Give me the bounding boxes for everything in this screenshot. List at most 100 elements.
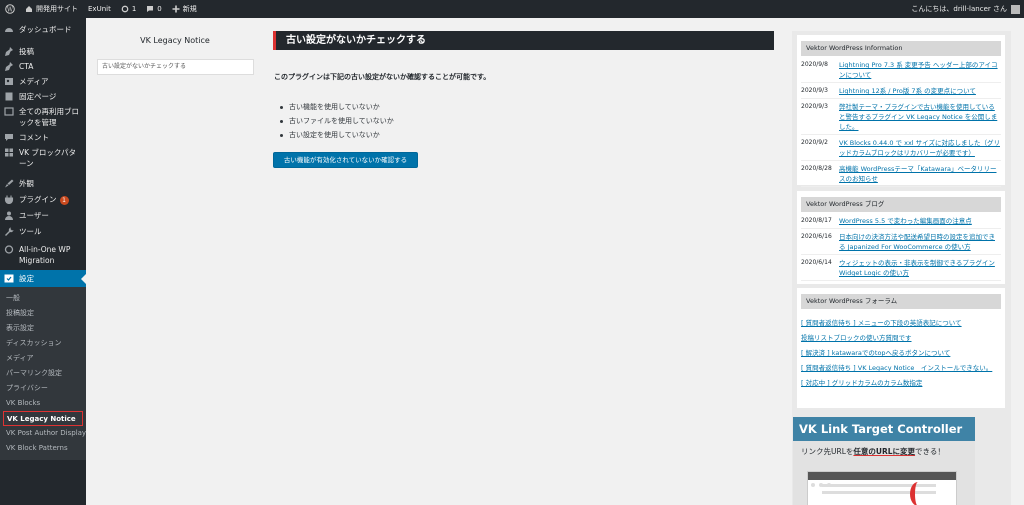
news-link[interactable]: Lightning 12系 / Pro版 7系 の変更点について — [839, 86, 1001, 96]
intro-text: このプラグインは下記の古い設定がないか確認することが可能です。 — [274, 73, 491, 81]
submenu-privacy[interactable]: プライバシー — [0, 381, 86, 396]
menu-label: ユーザー — [19, 211, 49, 220]
list-item: 古い機能を使用していないか — [280, 100, 394, 114]
plus-icon — [172, 5, 180, 13]
news-date: 2020/9/2 — [801, 139, 828, 146]
menu-label: 全ての再利用ブロックを管理 — [19, 107, 79, 127]
grid-icon — [5, 148, 13, 157]
news-list: 2020/9/8 Lightning Pro 7.3 系 変更予告 ヘッダー上部の… — [797, 56, 1005, 187]
admin-menu: ダッシュボード 投稿 CTA メディア 固定ページ 全ての再利用ブロックを管理 … — [0, 18, 86, 505]
menu-comments[interactable]: コメント — [0, 132, 86, 147]
submenu-vk-blocks[interactable]: VK Blocks — [0, 396, 86, 411]
widget-title: Vektor WordPress ブログ — [801, 197, 1001, 212]
submenu-vk-legacy-notice[interactable]: VK Legacy Notice — [3, 411, 83, 426]
brush-icon — [5, 179, 14, 188]
exunit-link[interactable]: ExUnit — [83, 0, 116, 18]
forum-link[interactable]: [ 質問者返信待ち ] VK Legacy Notice インストールできない。 — [801, 363, 1001, 373]
menu-label: All-in-One WP Migration — [19, 245, 71, 265]
pin-icon — [5, 47, 13, 56]
menu-pages[interactable]: 固定ページ — [0, 91, 86, 106]
news-link[interactable]: Lightning Pro 7.3 系 変更予告 ヘッダー上部のアイコンについて — [839, 60, 1001, 80]
menu-vk-block-patterns[interactable]: VK ブロックパターン — [0, 147, 86, 173]
news-link[interactable]: 日本向けの決済方法や配送希望日時の設定を追加できる Japanized For … — [839, 232, 1001, 252]
news-date: 2020/9/3 — [801, 87, 828, 94]
submenu-vk-post-author-display[interactable]: VK Post Author Display — [0, 426, 86, 441]
submenu-media[interactable]: メディア — [0, 351, 86, 366]
submenu-vk-block-patterns[interactable]: VK Block Patterns — [0, 441, 86, 456]
list-item: 古い設定を使用していないか — [280, 128, 394, 142]
news-date: 2020/9/8 — [801, 61, 828, 68]
menu-label: プラグイン 1 — [19, 194, 82, 205]
menu-posts[interactable]: 投稿 — [0, 46, 86, 61]
menu-label: 外観 — [19, 179, 34, 188]
news-link[interactable]: ウィジェットの表示・非表示を制御できるプラグイン Widget Logic の使… — [839, 258, 1001, 278]
news-date: 2020/9/3 — [801, 103, 828, 110]
menu-label: 投稿 — [19, 47, 34, 56]
bullet-icon — [280, 119, 283, 123]
menu-label: VK ブロックパターン — [19, 148, 77, 168]
new-label: 新規 — [182, 5, 197, 13]
wordpress-logo-icon[interactable]: W — [0, 0, 20, 18]
pin-icon — [5, 62, 13, 71]
forum-link[interactable]: [ 質問者返信待ち ] メニューの下段の英語表記について — [801, 318, 1001, 328]
comment-icon — [5, 134, 13, 141]
widget-title: Vektor WordPress フォーラム — [801, 294, 1001, 309]
avatar — [1011, 4, 1020, 14]
check-item-text: 古い機能を使用していないか — [289, 103, 380, 111]
submenu-general[interactable]: 一般 — [0, 291, 86, 306]
info-widget: Vektor WordPress Information 2020/9/8 Lig… — [797, 35, 1005, 187]
news-date: 2020/8/28 — [801, 165, 832, 172]
wrench-icon — [5, 227, 14, 236]
banner-title: VK Link Target Controller — [793, 417, 975, 441]
forum-link[interactable]: [ 対応中 ] グリッドカラムのカラム数指定 — [801, 378, 1001, 388]
check-legacy-button[interactable]: 古い機能が有効化されていないか確認する — [273, 152, 418, 168]
plugin-update-badge: 1 — [59, 196, 69, 205]
migration-icon — [4, 245, 14, 254]
menu-settings[interactable]: 設定 — [0, 270, 86, 287]
check-item-text: 古い設定を使用していないか — [289, 131, 380, 139]
my-account[interactable]: こんにちは、drill-lancer さん — [906, 0, 1024, 18]
menu-dashboard[interactable]: ダッシュボード — [0, 24, 86, 40]
menu-users[interactable]: ユーザー — [0, 210, 86, 226]
comments-link[interactable]: 0 — [141, 0, 166, 18]
arrow-icon — [910, 482, 926, 505]
banner-subtitle: リンク先URLを任意のURLに変更できる！ — [793, 441, 975, 457]
menu-all-in-one-migration[interactable]: All-in-One WP Migration — [0, 242, 86, 268]
news-link[interactable]: WordPress 5.5 で変わった編集画面の注意点 — [839, 216, 1001, 226]
news-date: 2020/8/17 — [801, 217, 832, 224]
submenu-discussion[interactable]: ディスカッション — [0, 336, 86, 351]
menu-plugins[interactable]: プラグイン 1 — [0, 194, 86, 210]
new-content-link[interactable]: 新規 — [167, 0, 202, 18]
news-date: 2020/6/14 — [801, 259, 832, 266]
news-link[interactable]: 高機能 WordPressテーマ「Katawara」ベータリリースのお知らせ — [839, 164, 1001, 184]
menu-reusable-blocks[interactable]: 全ての再利用ブロックを管理 — [0, 106, 86, 132]
vk-link-target-banner[interactable]: VK Link Target Controller リンク先URLを任意のURL… — [793, 417, 975, 505]
browser-bar — [808, 472, 956, 487]
page-icon — [5, 92, 13, 101]
list-item: 2020/6/14 ウィジェットの表示・非表示を制御できるプラグイン Widget… — [801, 258, 1001, 281]
forum-link[interactable]: [ 解決済 ] katawaraでのtopへ戻るボタンについて — [801, 348, 1001, 358]
plugin-icon — [4, 195, 14, 204]
list-item: 2020/8/17 WordPress 5.5 で変わった編集画面の注意点 — [801, 216, 1001, 229]
plugins-label: プラグイン — [19, 195, 57, 204]
news-date: 2020/6/16 — [801, 233, 832, 240]
forum-link[interactable]: 投稿リストブロックの使い方質問です — [801, 333, 1001, 343]
home-icon — [26, 6, 32, 12]
menu-label: ダッシュボード — [19, 25, 72, 34]
media-icon — [5, 78, 13, 85]
menu-cta[interactable]: CTA — [0, 61, 86, 76]
site-name-link[interactable]: 開発用サイト — [20, 0, 83, 18]
news-link[interactable]: VK Blocks 0.44.0 で xxl サイズに対応しました（グリッドカラ… — [839, 138, 1001, 158]
submenu-writing[interactable]: 投稿設定 — [0, 306, 86, 321]
menu-tools[interactable]: ツール — [0, 226, 86, 242]
forum-widget: Vektor WordPress フォーラム [ 質問者返信待ち ] メニューの… — [797, 288, 1005, 408]
submenu-reading[interactable]: 表示設定 — [0, 321, 86, 336]
menu-appearance[interactable]: 外観 — [0, 178, 86, 194]
submenu-permalinks[interactable]: パーマリンク設定 — [0, 366, 86, 381]
news-link[interactable]: 弊社製テーマ・プラグインで古い機能を使用していると警告するプラグイン VK Le… — [839, 102, 1001, 132]
browser-illustration — [807, 471, 957, 505]
menu-media[interactable]: メディア — [0, 76, 86, 91]
legacy-notice-link[interactable]: 古い設定がないかチェックする — [97, 59, 254, 75]
svg-text:W: W — [7, 6, 14, 13]
updates-link[interactable]: 1 — [116, 0, 141, 18]
